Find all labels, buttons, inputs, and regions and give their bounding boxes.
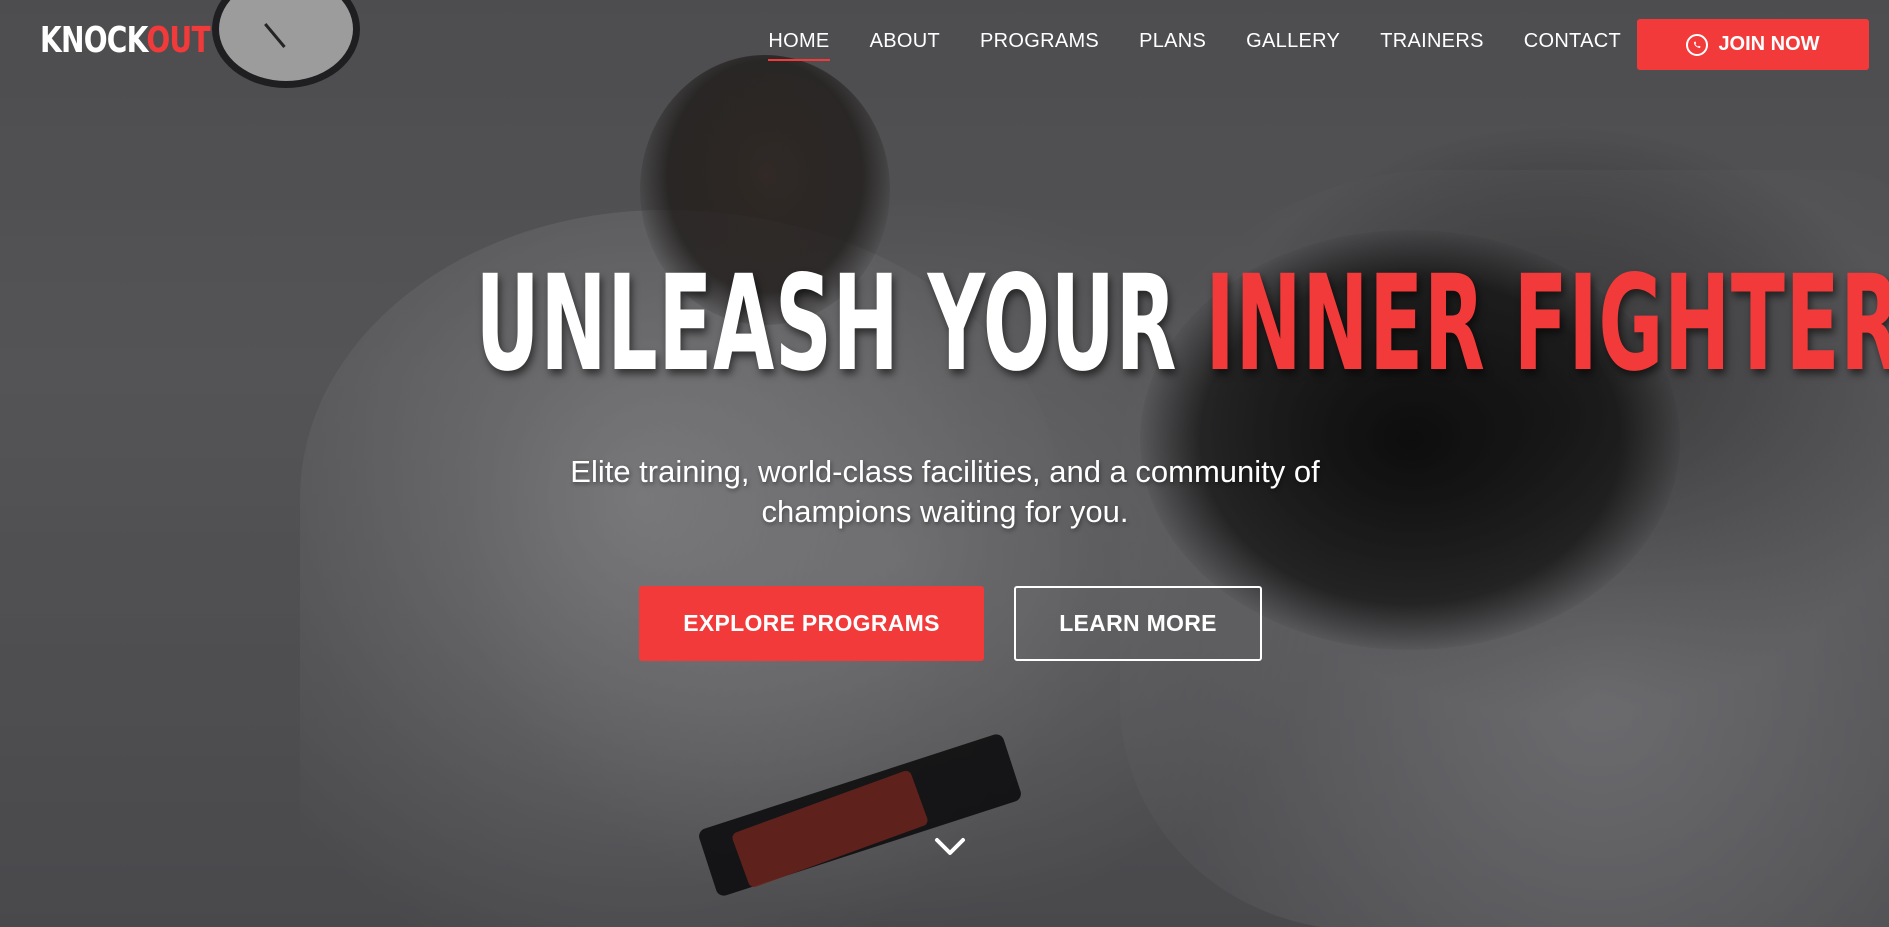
explore-programs-button[interactable]: EXPLORE PROGRAMS [639, 586, 984, 661]
nav-about[interactable]: ABOUT [870, 30, 940, 61]
chevron-down-icon[interactable] [929, 832, 971, 862]
hero-headline: UNLEASH YOUR INNER FIGHTER [0, 258, 1889, 390]
nav-plans[interactable]: PLANS [1139, 30, 1206, 61]
hero-content: UNLEASH YOUR INNER FIGHTER Elite trainin… [0, 0, 1889, 927]
nav-programs[interactable]: PROGRAMS [980, 30, 1099, 61]
nav-home[interactable]: HOME [768, 30, 830, 61]
learn-more-button[interactable]: LEARN MORE [1014, 586, 1262, 661]
hero-section: KNOCKOUT HOME ABOUT PROGRAMS PLANS GALLE… [0, 0, 1889, 927]
nav-gallery[interactable]: GALLERY [1246, 30, 1340, 61]
headline-accent: INNER FIGHTER [1205, 247, 1889, 401]
hero-subtitle: Elite training, world-class facilities, … [530, 452, 1360, 532]
logo[interactable]: KNOCKOUT [40, 20, 211, 61]
main-menu: HOME ABOUT PROGRAMS PLANS GALLERY TRAINE… [768, 30, 1621, 61]
top-navigation: KNOCKOUT HOME ABOUT PROGRAMS PLANS GALLE… [0, 0, 1889, 88]
logo-accent: OUT [146, 20, 210, 61]
join-now-label: JOIN NOW [1718, 33, 1820, 55]
nav-trainers[interactable]: TRAINERS [1380, 30, 1484, 61]
join-now-button[interactable]: JOIN NOW [1637, 19, 1869, 70]
subtitle-line-2: champions waiting for you. [761, 494, 1129, 529]
logo-main: KNOCK [40, 20, 147, 61]
headline-white: UNLEASH YOUR [475, 247, 1206, 401]
whatsapp-icon [1686, 33, 1709, 56]
nav-contact[interactable]: CONTACT [1524, 30, 1621, 61]
subtitle-line-1: Elite training, world-class facilities, … [570, 454, 1320, 489]
